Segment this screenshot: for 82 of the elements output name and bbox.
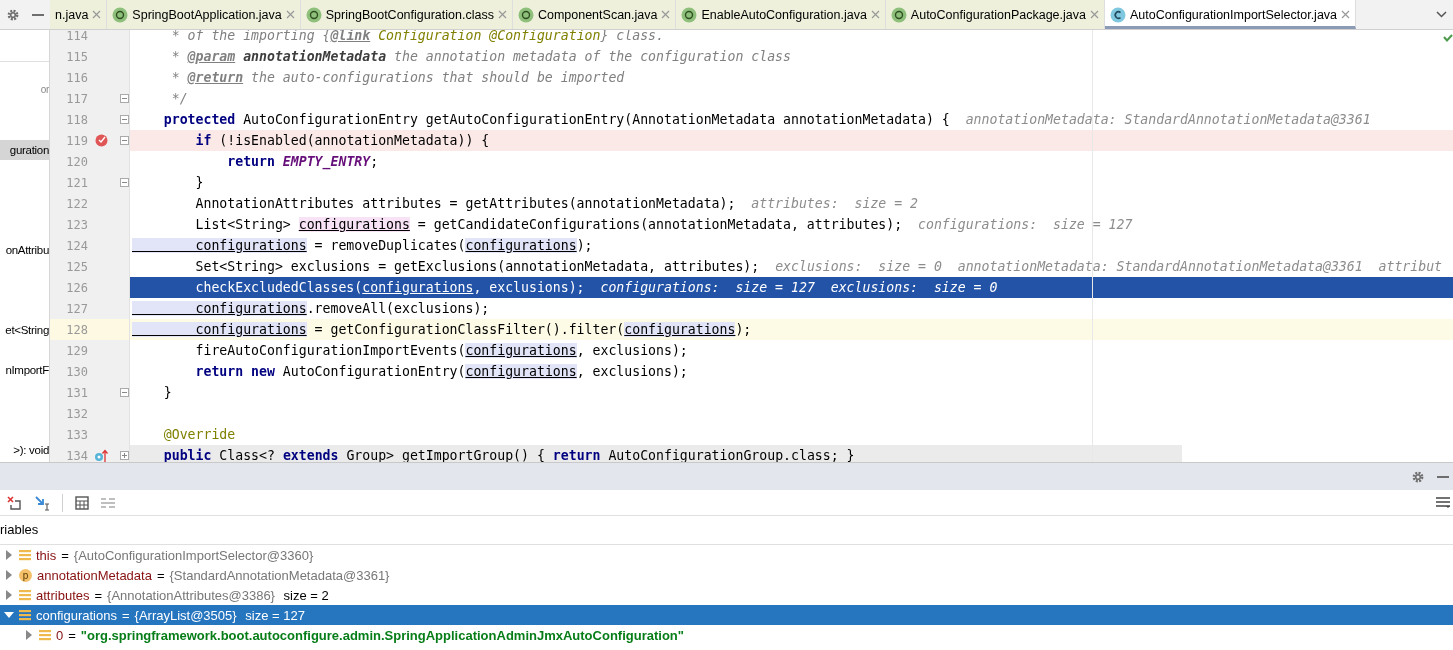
structure-item[interactable]: et<String: [0, 320, 49, 340]
structure-item[interactable]: >): void: [0, 440, 49, 460]
structure-item[interactable]: nImportF: [0, 360, 49, 380]
code-text: */: [170, 91, 188, 106]
editor-tab[interactable]: SpringBootApplication.java: [107, 0, 301, 29]
structure-item[interactable]: onAttribu: [0, 240, 49, 260]
line-number: 125: [65, 259, 88, 274]
line-number: 115: [65, 49, 88, 64]
line-number: 129: [65, 343, 88, 358]
line-number: 116: [65, 70, 88, 85]
line-number: 126: [65, 280, 88, 295]
line-number: 131: [65, 385, 88, 400]
code-text: AnnotationAttributes attributes = getAttributes(annotationMetadata);: [194, 196, 736, 211]
code-text: * of the importing {@link Configuration @Configuration} class.: [170, 30, 664, 43]
code-text: List<String> configurations = getCandidateConfigurations(annotationMetadata, attributes);: [194, 217, 903, 232]
code-text: * @return the auto-configurations that should be imported: [170, 70, 625, 85]
variable-row[interactable]: this = {AutoConfigurationImportSelector@3360}: [0, 545, 1453, 565]
code-text: @Override: [162, 427, 236, 442]
inline-hint: configurations: size = 127 exclusions: size = 0: [600, 280, 998, 295]
variable-row[interactable]: attributes = {AnnotationAttributes@3386} size = 2: [0, 585, 1453, 605]
structure-item[interactable]: guration: [0, 140, 49, 160]
line-number: 122: [65, 196, 88, 211]
equals-sign: =: [156, 567, 165, 583]
variable-name: 0: [56, 627, 64, 643]
variable-size: size = 2: [282, 587, 329, 603]
equals-sign: =: [94, 587, 103, 603]
variable-value: {AutoConfigurationImportSelector@3360}: [73, 547, 314, 563]
variable-name: this: [36, 547, 57, 563]
line-number: 118: [65, 112, 88, 127]
code-text: }: [162, 385, 172, 400]
variable-size: size = 127: [244, 607, 305, 623]
editor-tab[interactable]: ComponentScan.java: [512, 0, 677, 29]
pane-title: riables: [0, 522, 39, 537]
variable-row[interactable]: configurations = {ArrayList@3505} size = 127: [0, 605, 1453, 625]
line-number: 130: [65, 364, 88, 379]
inline-hint: configurations: size = 127: [918, 217, 1133, 232]
code-text: if (!isEnabled(annotationMetadata)) {: [194, 133, 490, 148]
editor-tab[interactable]: AutoConfigurationPackage.java: [885, 0, 1105, 29]
code-text: fireAutoConfigurationImportEvents(configurations, exclusions);: [194, 343, 688, 358]
line-number: 121: [65, 175, 88, 190]
equals-sign: =: [121, 607, 130, 623]
line-number: 132: [65, 406, 88, 421]
line-number: 128: [65, 322, 88, 337]
code-text: configurations = removeDuplicates(configurations);: [132, 238, 593, 253]
line-number: 117: [65, 91, 88, 106]
variable-value: "org.springframework.boot.autoconfigure.admin.SpringApplicationAdminJmxAutoConfiguration": [80, 627, 684, 643]
code-text: public Class<? extends Group> getImportGroup() { return AutoConfigurationGroup.class; }: [162, 448, 855, 462]
variable-value: {AnnotationAttributes@3386}: [107, 587, 275, 603]
variable-name: configurations: [36, 607, 117, 623]
equals-sign: =: [61, 547, 69, 563]
parameter-badge: p: [19, 568, 32, 582]
variable-name: attributes: [36, 587, 90, 603]
structure-item[interactable]: or: [0, 80, 49, 100]
editor-tab[interactable]: EnableAutoConfiguration.java: [676, 0, 886, 29]
code-text: }: [194, 175, 204, 190]
variable-row[interactable]: 0 = "org.springframework.boot.autoconfigure.admin.SpringApplicationAdminJmxAutoConfiguration": [0, 625, 1453, 645]
line-number: 114: [65, 30, 88, 43]
code-text: protected AutoConfigurationEntry getAutoConfigurationEntry(AnnotationMetadata annotationMetadata) {: [162, 112, 950, 127]
line-number: 133: [65, 427, 88, 442]
code-text: configurations.removeAll(exclusions);: [132, 301, 490, 316]
variable-value: {ArrayList@3505}: [134, 607, 237, 623]
line-number: 120: [65, 154, 88, 169]
inline-hint: attributes: size = 2: [751, 196, 919, 211]
variable-name: annotationMetadata: [37, 567, 152, 583]
code-text: * @param annotationMetadata the annotation metadata of the configuration class: [170, 49, 791, 64]
editor-tab[interactable]: SpringBootConfiguration.class: [300, 0, 513, 29]
variable-value: {StandardAnnotationMetadata@3361}: [169, 567, 390, 583]
line-number: 127: [65, 301, 88, 316]
variable-row[interactable]: p annotationMetadata = {StandardAnnotationMetadata@3361}: [0, 565, 1453, 585]
editor-tab[interactable]: n.java: [50, 0, 108, 29]
line-number: 124: [65, 238, 88, 253]
code-text: return new AutoConfigurationEntry(configurations, exclusions);: [194, 364, 688, 379]
inline-hint: annotationMetadata: StandardAnnotationMetadata@3361: [965, 112, 1371, 127]
code-text: checkExcludedClasses(configurations, exclusions);: [194, 280, 585, 295]
code-text: return EMPTY_ENTRY;: [226, 154, 379, 169]
line-number: 119: [65, 133, 88, 148]
code-text: Set<String> exclusions = getExclusions(annotationMetadata, attributes);: [194, 259, 760, 274]
line-number: 134: [65, 448, 88, 462]
inline-hint: exclusions: size = 0 annotationMetadata: StandardAnnotationMetadata@3361 attribut: [775, 259, 1443, 274]
equals-sign: =: [68, 627, 76, 643]
line-number: 123: [65, 217, 88, 232]
editor-tab[interactable]: AutoConfigurationImportSelector.java: [1105, 0, 1357, 29]
